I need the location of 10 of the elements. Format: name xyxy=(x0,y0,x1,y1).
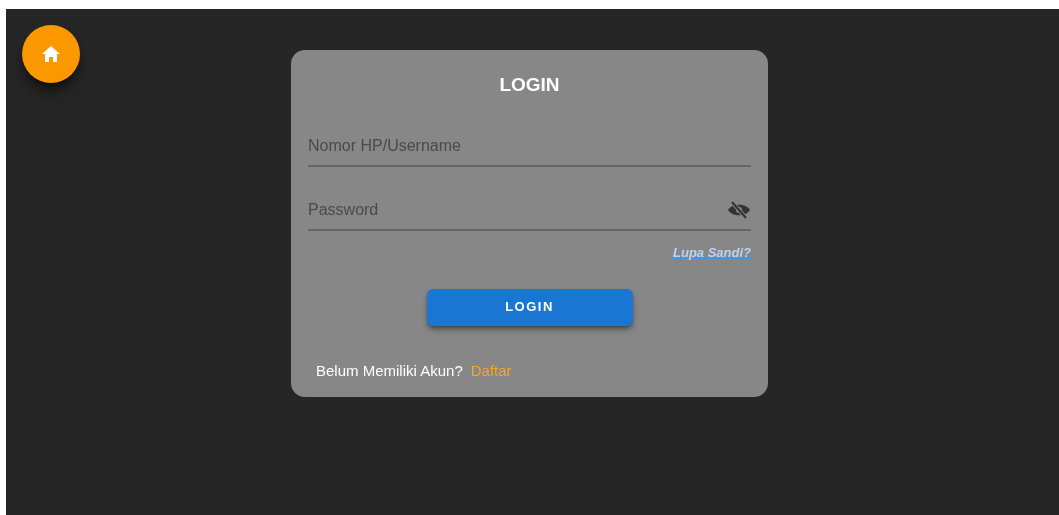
home-icon xyxy=(41,45,61,63)
username-field[interactable]: Nomor HP/Username xyxy=(308,127,751,165)
signup-link[interactable]: Daftar xyxy=(470,359,512,382)
card-title: LOGIN xyxy=(499,73,560,97)
home-button[interactable] xyxy=(22,25,80,83)
login-button[interactable]: LOGIN xyxy=(426,288,633,326)
signup-prompt-text: Belum Memiliki Akun? xyxy=(316,360,463,381)
password-field[interactable]: Password xyxy=(308,191,727,229)
eye-slash-icon[interactable] xyxy=(727,200,751,220)
forgot-password-link[interactable]: Lupa Sandi? xyxy=(673,243,751,263)
